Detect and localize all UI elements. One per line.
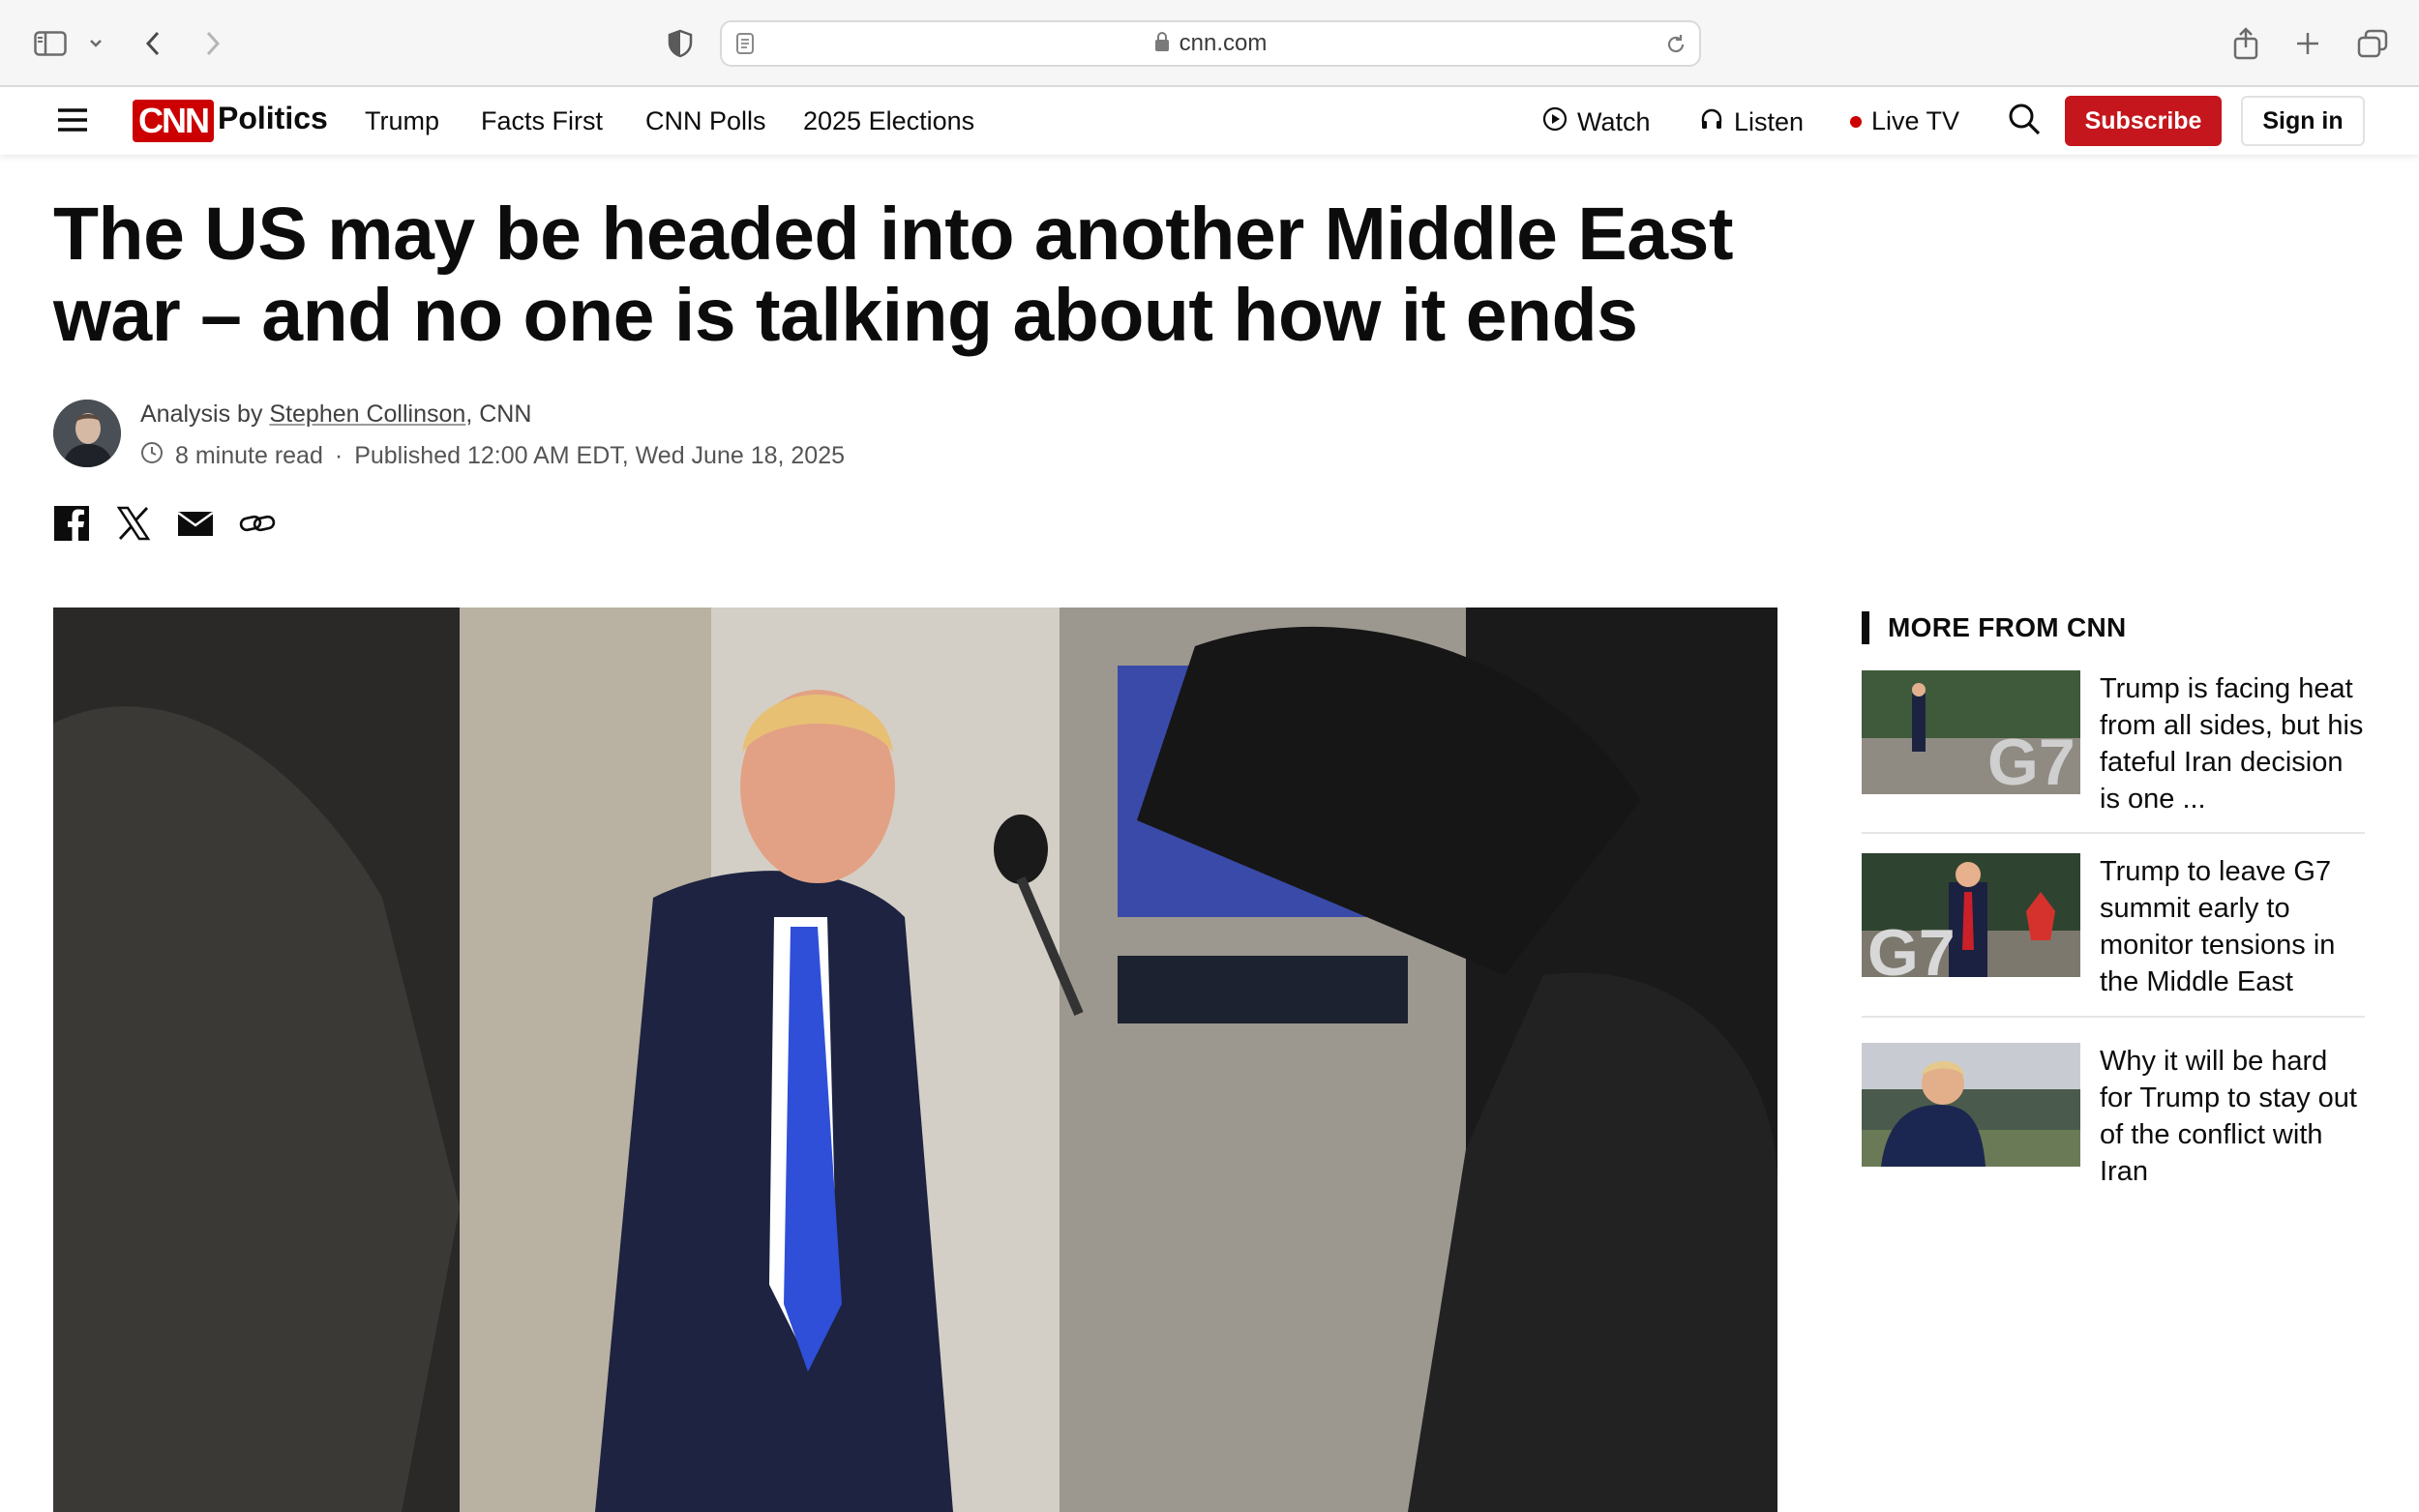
share-icon[interactable] [2229, 21, 2262, 66]
lock-icon [1154, 31, 1170, 57]
more-from-cnn-heading: MORE FROM CNN [1862, 611, 2127, 644]
hamburger-menu-icon[interactable] [56, 106, 89, 138]
lead-photo[interactable] [53, 608, 1777, 1512]
sign-in-button[interactable]: Sign in [2241, 96, 2365, 146]
byline-suffix: , CNN [465, 400, 532, 428]
related-story-headline[interactable]: Trump to leave G7 summit early to monito… [2100, 853, 2365, 1000]
live-tv-link[interactable]: Live TV [1850, 106, 1959, 136]
back-icon[interactable] [138, 21, 167, 66]
listen-link[interactable]: Listen [1699, 106, 1804, 138]
browser-toolbar: cnn.com [0, 0, 2419, 87]
byline: Analysis by Stephen Collinson, CNN [140, 400, 531, 429]
clock-icon [140, 441, 164, 471]
forward-icon[interactable] [198, 21, 227, 66]
related-story-headline[interactable]: Trump is facing heat from all sides, but… [2100, 670, 2365, 817]
page-icon [735, 32, 755, 60]
new-tab-icon[interactable] [2291, 21, 2324, 66]
related-story-headline[interactable]: Why it will be hard for Trump to stay ou… [2100, 1043, 2365, 1190]
facebook-icon[interactable] [53, 505, 90, 542]
related-story-thumbnail[interactable]: G7 [1862, 670, 2080, 794]
chevron-down-icon[interactable] [85, 21, 106, 66]
play-icon [1542, 106, 1568, 138]
nav-link-facts-first[interactable]: Facts First [481, 106, 603, 136]
author-link[interactable]: Stephen Collinson [269, 400, 465, 428]
divider [1862, 1016, 2365, 1018]
section-title[interactable]: Politics [218, 101, 328, 136]
site-navigation: CNN Politics Trump Facts First CNN Polls… [0, 87, 2419, 155]
author-avatar[interactable] [53, 400, 121, 467]
nav-link-trump[interactable]: Trump [365, 106, 439, 136]
article-timestamp: 8 minute read · Published 12:00 AM EDT, … [140, 441, 845, 471]
live-dot-icon [1850, 115, 1862, 128]
related-story[interactable]: G7 Trump is facing heat from all sides, … [1862, 670, 2365, 817]
related-story-thumbnail[interactable] [1862, 1043, 2080, 1167]
url-text: cnn.com [1179, 30, 1268, 56]
search-icon[interactable] [2007, 102, 2042, 141]
related-story-thumbnail[interactable]: G7 [1862, 853, 2080, 977]
listen-label: Listen [1734, 107, 1805, 136]
tabs-overview-icon[interactable] [2355, 21, 2390, 66]
headphones-icon [1699, 106, 1724, 138]
read-time: 8 minute read [175, 442, 323, 469]
x-icon[interactable] [115, 505, 152, 542]
article-headline: The US may be headed into another Middle… [53, 193, 1733, 357]
live-tv-label: Live TV [1871, 106, 1960, 135]
byline-prefix: Analysis by [140, 400, 270, 428]
reload-icon[interactable] [1664, 33, 1687, 61]
email-icon[interactable] [177, 505, 214, 542]
sidebar-toggle-icon[interactable] [31, 21, 70, 66]
meta-separator: · [334, 442, 343, 469]
watch-link[interactable]: Watch [1542, 106, 1651, 138]
privacy-shield-icon[interactable] [664, 21, 697, 66]
address-bar[interactable]: cnn.com [720, 20, 1701, 67]
link-icon[interactable] [239, 505, 276, 542]
g7-sign: G7 [1867, 916, 1956, 977]
g7-sign: G7 [1987, 726, 2076, 794]
share-bar [53, 505, 276, 542]
cnn-logo[interactable]: CNN [133, 100, 214, 142]
subscribe-button[interactable]: Subscribe [2065, 96, 2222, 146]
related-story[interactable]: G7 Trump to leave G7 summit early to mon… [1862, 853, 2365, 1000]
related-story[interactable]: Why it will be hard for Trump to stay ou… [1862, 1043, 2365, 1190]
nav-link-2025-elections[interactable]: 2025 Elections [803, 106, 974, 136]
published-date: Published 12:00 AM EDT, Wed June 18, 202… [354, 442, 846, 469]
divider [1862, 832, 2365, 834]
nav-link-cnn-polls[interactable]: CNN Polls [645, 106, 766, 136]
watch-label: Watch [1577, 107, 1651, 136]
